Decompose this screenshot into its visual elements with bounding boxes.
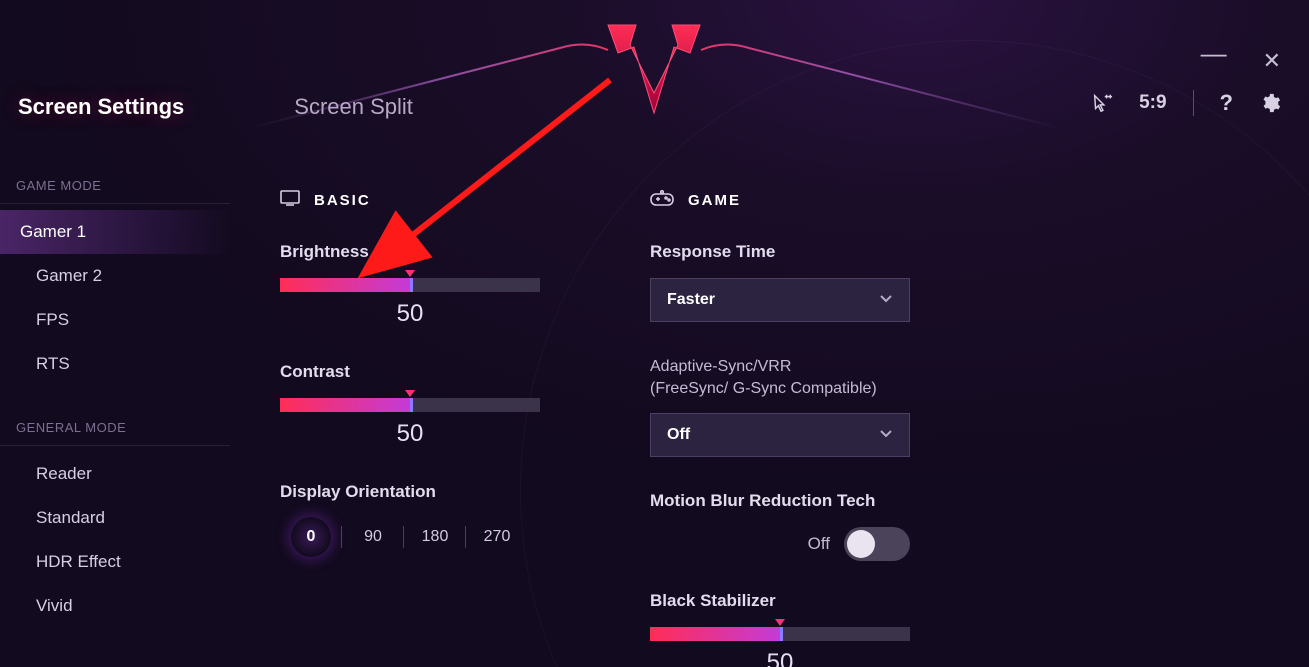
sidebar-item-hdr-effect[interactable]: HDR Effect [0,540,230,584]
orientation-option-0[interactable]: 0 [280,518,342,556]
chevron-down-icon [879,291,893,309]
sidebar-item-standard[interactable]: Standard [0,496,230,540]
tab-screen-split[interactable]: Screen Split [294,88,413,126]
aspect-ratio-label[interactable]: 5:9 [1139,92,1166,114]
brightness-field: Brightness 50 [280,242,580,328]
monitor-icon [280,190,300,210]
tab-screen-settings[interactable]: Screen Settings [18,88,184,126]
motion-blur-state-label: Off [808,534,830,554]
brightness-slider[interactable] [280,278,540,292]
adaptive-sync-dropdown[interactable]: Off [650,413,910,457]
section-head-basic: BASIC [280,190,580,210]
black-stabilizer-label: Black Stabilizer [650,591,970,611]
main-panel: BASIC Brightness 50 Contrast 50 Display [280,190,1269,647]
game-column: GAME Response Time Faster Adaptive-Sync/… [650,190,970,647]
help-icon[interactable]: ? [1220,90,1233,116]
dropdown-value: Off [667,426,690,444]
close-button[interactable]: ✕ [1263,48,1281,74]
sidebar-group-general-mode: GENERAL MODE Reader Standard HDR Effect … [0,412,230,628]
black-stabilizer-slider[interactable] [650,627,910,641]
orientation-label: Display Orientation [280,482,580,502]
adaptive-sync-field: Adaptive-Sync/VRR (FreeSync/ G-Sync Comp… [650,356,970,457]
contrast-field: Contrast 50 [280,362,580,448]
black-stabilizer-field: Black Stabilizer 50 [650,591,970,667]
sidebar-item-vivid[interactable]: Vivid [0,584,230,628]
header-tabs: Screen Settings Screen Split [18,88,523,126]
window-controls: — ✕ [1201,48,1281,74]
divider [1193,90,1194,116]
section-title: BASIC [314,192,371,209]
motion-blur-field: Motion Blur Reduction Tech Off [650,491,970,561]
dropdown-value: Faster [667,291,715,309]
brightness-label: Brightness [280,242,580,262]
brightness-value: 50 [280,300,540,328]
crosshair-cursor-icon[interactable] [1091,92,1113,114]
sidebar-item-fps[interactable]: FPS [0,298,230,342]
motion-blur-toggle[interactable] [844,527,910,561]
section-head-game: GAME [650,190,970,210]
sidebar: GAME MODE Gamer 1 Gamer 2 FPS RTS GENERA… [0,170,230,628]
gear-icon[interactable] [1259,92,1281,114]
response-time-dropdown[interactable]: Faster [650,278,910,322]
sidebar-group-game-mode: GAME MODE Gamer 1 Gamer 2 FPS RTS [0,170,230,386]
sidebar-item-reader[interactable]: Reader [0,452,230,496]
orientation-option-270[interactable]: 270 [466,518,528,556]
sidebar-item-gamer1[interactable]: Gamer 1 [0,210,230,254]
adaptive-sync-label: Adaptive-Sync/VRR (FreeSync/ G-Sync Comp… [650,356,970,399]
basic-column: BASIC Brightness 50 Contrast 50 Display [280,190,580,647]
orientation-option-180[interactable]: 180 [404,518,466,556]
response-time-label: Response Time [650,242,970,262]
chevron-down-icon [879,426,893,444]
section-title: GAME [688,192,741,209]
orientation-field: Display Orientation 0 90 180 270 [280,482,580,556]
sidebar-group-title: GENERAL MODE [0,412,230,446]
contrast-slider[interactable] [280,398,540,412]
gamepad-icon [650,190,674,210]
response-time-field: Response Time Faster [650,242,970,322]
brand-logo-icon [608,25,700,113]
motion-blur-label: Motion Blur Reduction Tech [650,491,970,511]
orientation-option-90[interactable]: 90 [342,518,404,556]
contrast-label: Contrast [280,362,580,382]
header-right: 5:9 ? [1091,90,1281,116]
sidebar-item-gamer2[interactable]: Gamer 2 [0,254,230,298]
black-stabilizer-value: 50 [650,649,910,667]
orientation-segmented: 0 90 180 270 [280,518,580,556]
sidebar-item-rts[interactable]: RTS [0,342,230,386]
contrast-value: 50 [280,420,540,448]
sidebar-group-title: GAME MODE [0,170,230,204]
minimize-button[interactable]: — [1201,48,1227,74]
